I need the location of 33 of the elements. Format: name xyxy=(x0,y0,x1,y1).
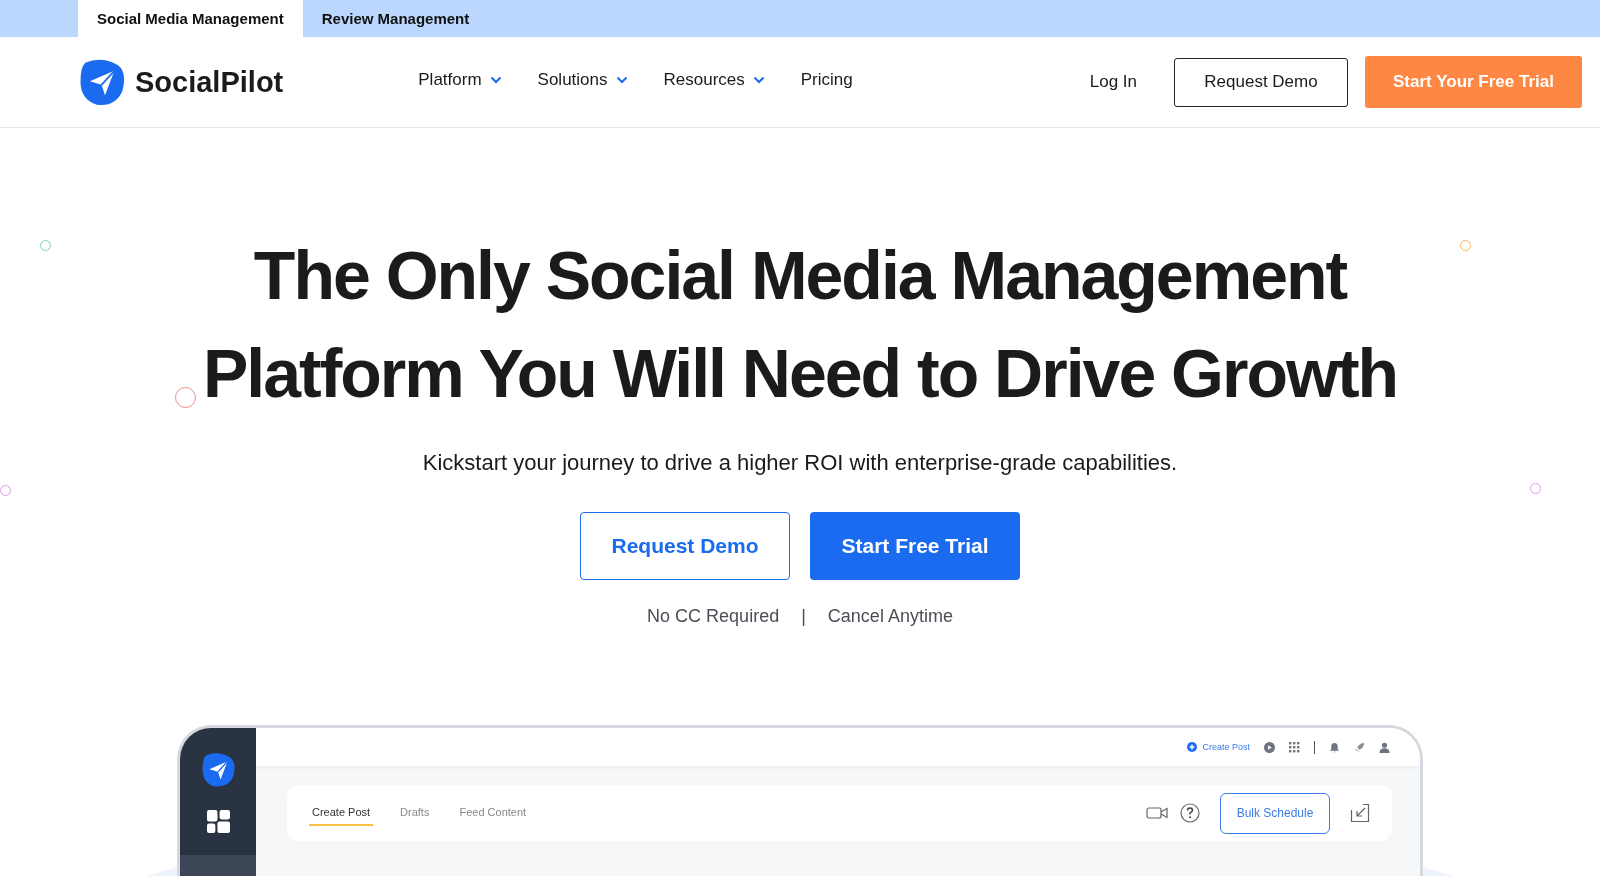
dashboard-icon[interactable] xyxy=(206,810,230,833)
composer-tab[interactable]: Create Post xyxy=(309,800,374,826)
bell-icon[interactable] xyxy=(1329,741,1340,753)
nav-link[interactable]: Resources xyxy=(663,70,765,90)
play-icon[interactable] xyxy=(1264,741,1275,753)
apps-grid-icon[interactable] xyxy=(1289,741,1300,753)
composer-tab[interactable]: Feed Content xyxy=(456,800,530,826)
headline: The Only Social Media Management xyxy=(253,236,1347,315)
free-trial-button[interactable]: Start Free Trial xyxy=(810,512,1020,580)
video-camera-icon[interactable] xyxy=(1146,806,1168,820)
brand-name[interactable]: SocialPilot xyxy=(135,65,284,99)
bulk-schedule-button[interactable]: Bulk Schedule xyxy=(1220,792,1330,834)
product-tab[interactable]: Social Media Management xyxy=(78,0,303,37)
nav-link[interactable]: Pricing xyxy=(800,70,853,90)
import-arrow-icon[interactable] xyxy=(1350,803,1370,823)
help-icon[interactable] xyxy=(1180,803,1200,823)
create-post-link[interactable]: Create Post xyxy=(1187,742,1250,752)
user-icon[interactable] xyxy=(1379,741,1390,753)
subtitle: Kickstart your journey to drive a higher ROI with enterprise-grade capabilities. xyxy=(422,450,1178,476)
product-tab[interactable]: Review Management xyxy=(302,0,489,37)
request-demo-button[interactable]: Request Demo xyxy=(1174,57,1348,107)
separator: | xyxy=(801,606,806,627)
paper-plane-logo-icon[interactable] xyxy=(200,752,236,788)
rocket-icon[interactable] xyxy=(1354,741,1365,753)
plus-circle-icon xyxy=(1187,742,1198,752)
nav-link[interactable]: Platform xyxy=(418,70,502,90)
headline: Platform You Will Need to Drive Growth xyxy=(202,334,1398,413)
composer-tab[interactable]: Drafts xyxy=(397,800,433,826)
note-text: No CC Required xyxy=(647,606,780,627)
note-text: Cancel Anytime xyxy=(827,606,953,627)
login-link[interactable]: Log In xyxy=(1089,72,1137,92)
nav-link[interactable]: Solutions xyxy=(537,70,628,90)
request-demo-button[interactable]: Request Demo xyxy=(580,512,790,580)
